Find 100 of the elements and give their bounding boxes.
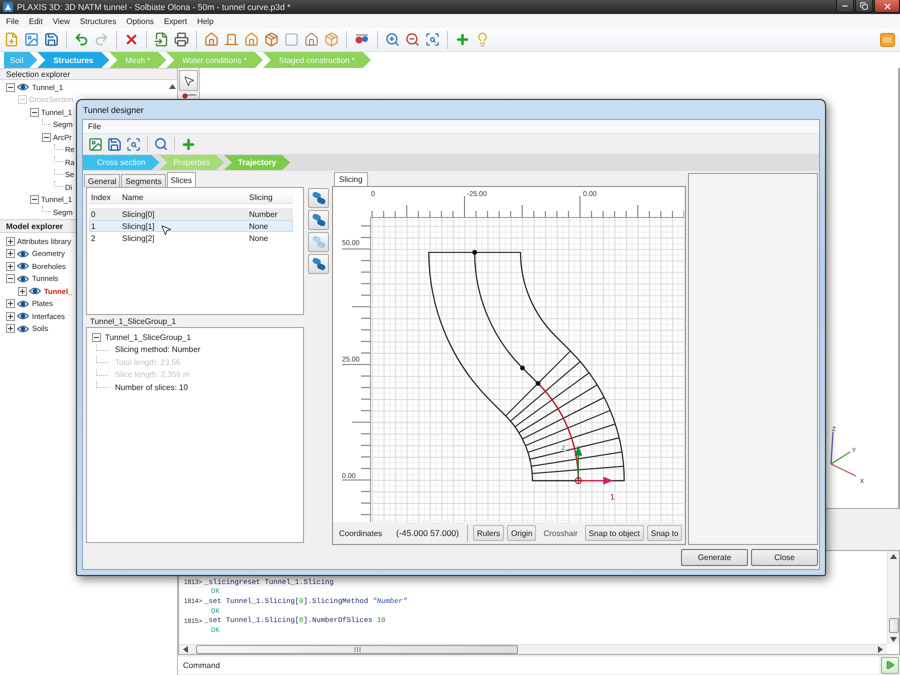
dialog-button[interactable]: Close (751, 548, 818, 566)
command-label: Command (178, 656, 226, 674)
plus-icon[interactable] (455, 32, 470, 47)
horizontal-axis-arrow (578, 476, 614, 485)
point-tool-icon[interactable] (182, 92, 196, 100)
import-icon[interactable] (154, 32, 169, 47)
toggle-button[interactable]: Snap to (646, 525, 682, 541)
plus-icon[interactable] (181, 136, 196, 152)
save-icon[interactable] (44, 32, 59, 47)
arrow-pointer-icon (182, 74, 194, 86)
scroll-up-arrow[interactable] (890, 554, 897, 559)
picture-icon[interactable] (88, 136, 103, 152)
house-icon[interactable] (244, 32, 259, 47)
horizontal-scrollbar[interactable] (179, 644, 887, 654)
menu-item[interactable]: Expert (158, 16, 192, 26)
scrollbar-thumb[interactable] (196, 645, 518, 654)
scroll-left-arrow[interactable] (183, 646, 188, 653)
table-cell-text: Slicing[2] (121, 234, 154, 242)
delete-icon[interactable] (124, 32, 139, 47)
slicing-tool-button[interactable] (308, 254, 329, 274)
eye-icon[interactable] (17, 311, 29, 322)
play-icon (885, 660, 895, 670)
vertical-scrollbar[interactable] (887, 551, 899, 644)
table-row[interactable]: 0 Slicing[0] Number (89, 208, 293, 220)
eye-icon[interactable] (17, 274, 29, 284)
tab[interactable]: General (84, 174, 120, 187)
chain-link-icon (312, 213, 326, 227)
eye-icon[interactable] (17, 298, 29, 309)
dialog-button[interactable]: Generate (681, 548, 748, 566)
column-header[interactable]: Slicing (247, 192, 273, 202)
scroll-up-arrow[interactable] (168, 84, 176, 89)
minimize-button[interactable] (836, 0, 854, 13)
toggle-button[interactable]: Origin (507, 525, 536, 541)
column-header[interactable]: Name (120, 192, 144, 202)
undo-icon[interactable] (74, 32, 89, 47)
table-cell-text: Slicing[1] (121, 222, 154, 230)
slicing-tool-button[interactable] (308, 210, 329, 230)
tab[interactable]: Slicing (334, 172, 368, 186)
box-icon[interactable] (264, 32, 279, 47)
scrollbar-thumb[interactable] (888, 618, 898, 633)
tree-item[interactable]: Tunnel_1_SliceGroup_1 (105, 332, 191, 342)
menu-item[interactable]: File (1, 16, 24, 26)
tab[interactable]: Slices (166, 172, 196, 187)
zoom-window-icon[interactable] (126, 136, 141, 152)
toggle-button[interactable]: Crosshair (539, 525, 582, 541)
house-icon[interactable] (304, 32, 319, 47)
zoom-window-icon[interactable] (425, 32, 440, 47)
restore-button[interactable] (855, 0, 873, 13)
expand-icon[interactable] (6, 312, 15, 321)
node-marker[interactable] (520, 366, 525, 370)
dialog-title: Tunnel designer (82, 104, 144, 114)
menu-item[interactable]: File (83, 122, 106, 131)
house-icon[interactable] (204, 32, 219, 47)
menu-item[interactable]: Edit (24, 16, 48, 26)
close-icon (882, 2, 892, 10)
window-title: PLAXIS 3D: 3D NATM tunnel - Solbiate Olona - 50m - tunnel curve.p3d * (17, 2, 290, 12)
menu-item[interactable]: View (48, 16, 75, 26)
eye-icon[interactable] (17, 248, 29, 259)
menu-item[interactable]: Help (192, 16, 219, 26)
expand-icon[interactable] (18, 286, 27, 296)
vertical-axis-arrow (574, 446, 582, 481)
print-icon[interactable] (174, 32, 189, 47)
picture-icon[interactable] (24, 32, 39, 47)
zoom-out-icon[interactable] (405, 32, 420, 47)
node-marker[interactable] (536, 380, 540, 386)
menu-item[interactable]: Options (121, 16, 159, 26)
save-icon[interactable] (107, 136, 122, 152)
expand-icon[interactable] (6, 324, 15, 334)
node-marker[interactable] (472, 250, 478, 255)
tab[interactable]: Segments (121, 174, 166, 187)
collapse-icon[interactable] (6, 274, 15, 284)
expand-icon[interactable] (6, 262, 15, 271)
scroll-right-arrow[interactable] (878, 646, 883, 653)
command-input[interactable] (226, 656, 879, 674)
eye-icon[interactable] (17, 82, 29, 92)
menu-item[interactable]: Structures (74, 16, 122, 26)
eye-icon[interactable] (29, 286, 41, 296)
expand-icon[interactable] (6, 236, 15, 246)
table-cell-text: Slicing[0] (121, 210, 154, 218)
close-button[interactable] (874, 0, 900, 13)
expand-icon[interactable] (6, 299, 15, 308)
view-tile-icon[interactable] (880, 32, 895, 46)
collapse-icon[interactable] (6, 82, 15, 92)
run-button[interactable] (881, 656, 899, 674)
eye-icon[interactable] (17, 324, 29, 334)
select-tool-button[interactable] (179, 70, 198, 91)
toggle-button[interactable]: Snap to object (584, 525, 644, 541)
toggle-button[interactable]: Rulers (473, 525, 504, 541)
table-cell-text: Number (248, 210, 278, 218)
collapse-icon[interactable] (92, 332, 101, 342)
zoom-in-icon[interactable] (385, 32, 400, 47)
door-icon[interactable] (224, 32, 239, 47)
eye-icon[interactable] (17, 261, 29, 272)
search-icon[interactable] (154, 137, 168, 151)
slicing-tool-button[interactable] (308, 188, 329, 208)
table-row[interactable]: 1 Slicing[1] None (89, 220, 293, 232)
chain-link-icon (312, 235, 326, 249)
column-header[interactable]: Index (89, 192, 111, 202)
scroll-down-arrow[interactable] (890, 637, 897, 642)
expand-icon[interactable] (6, 249, 15, 258)
